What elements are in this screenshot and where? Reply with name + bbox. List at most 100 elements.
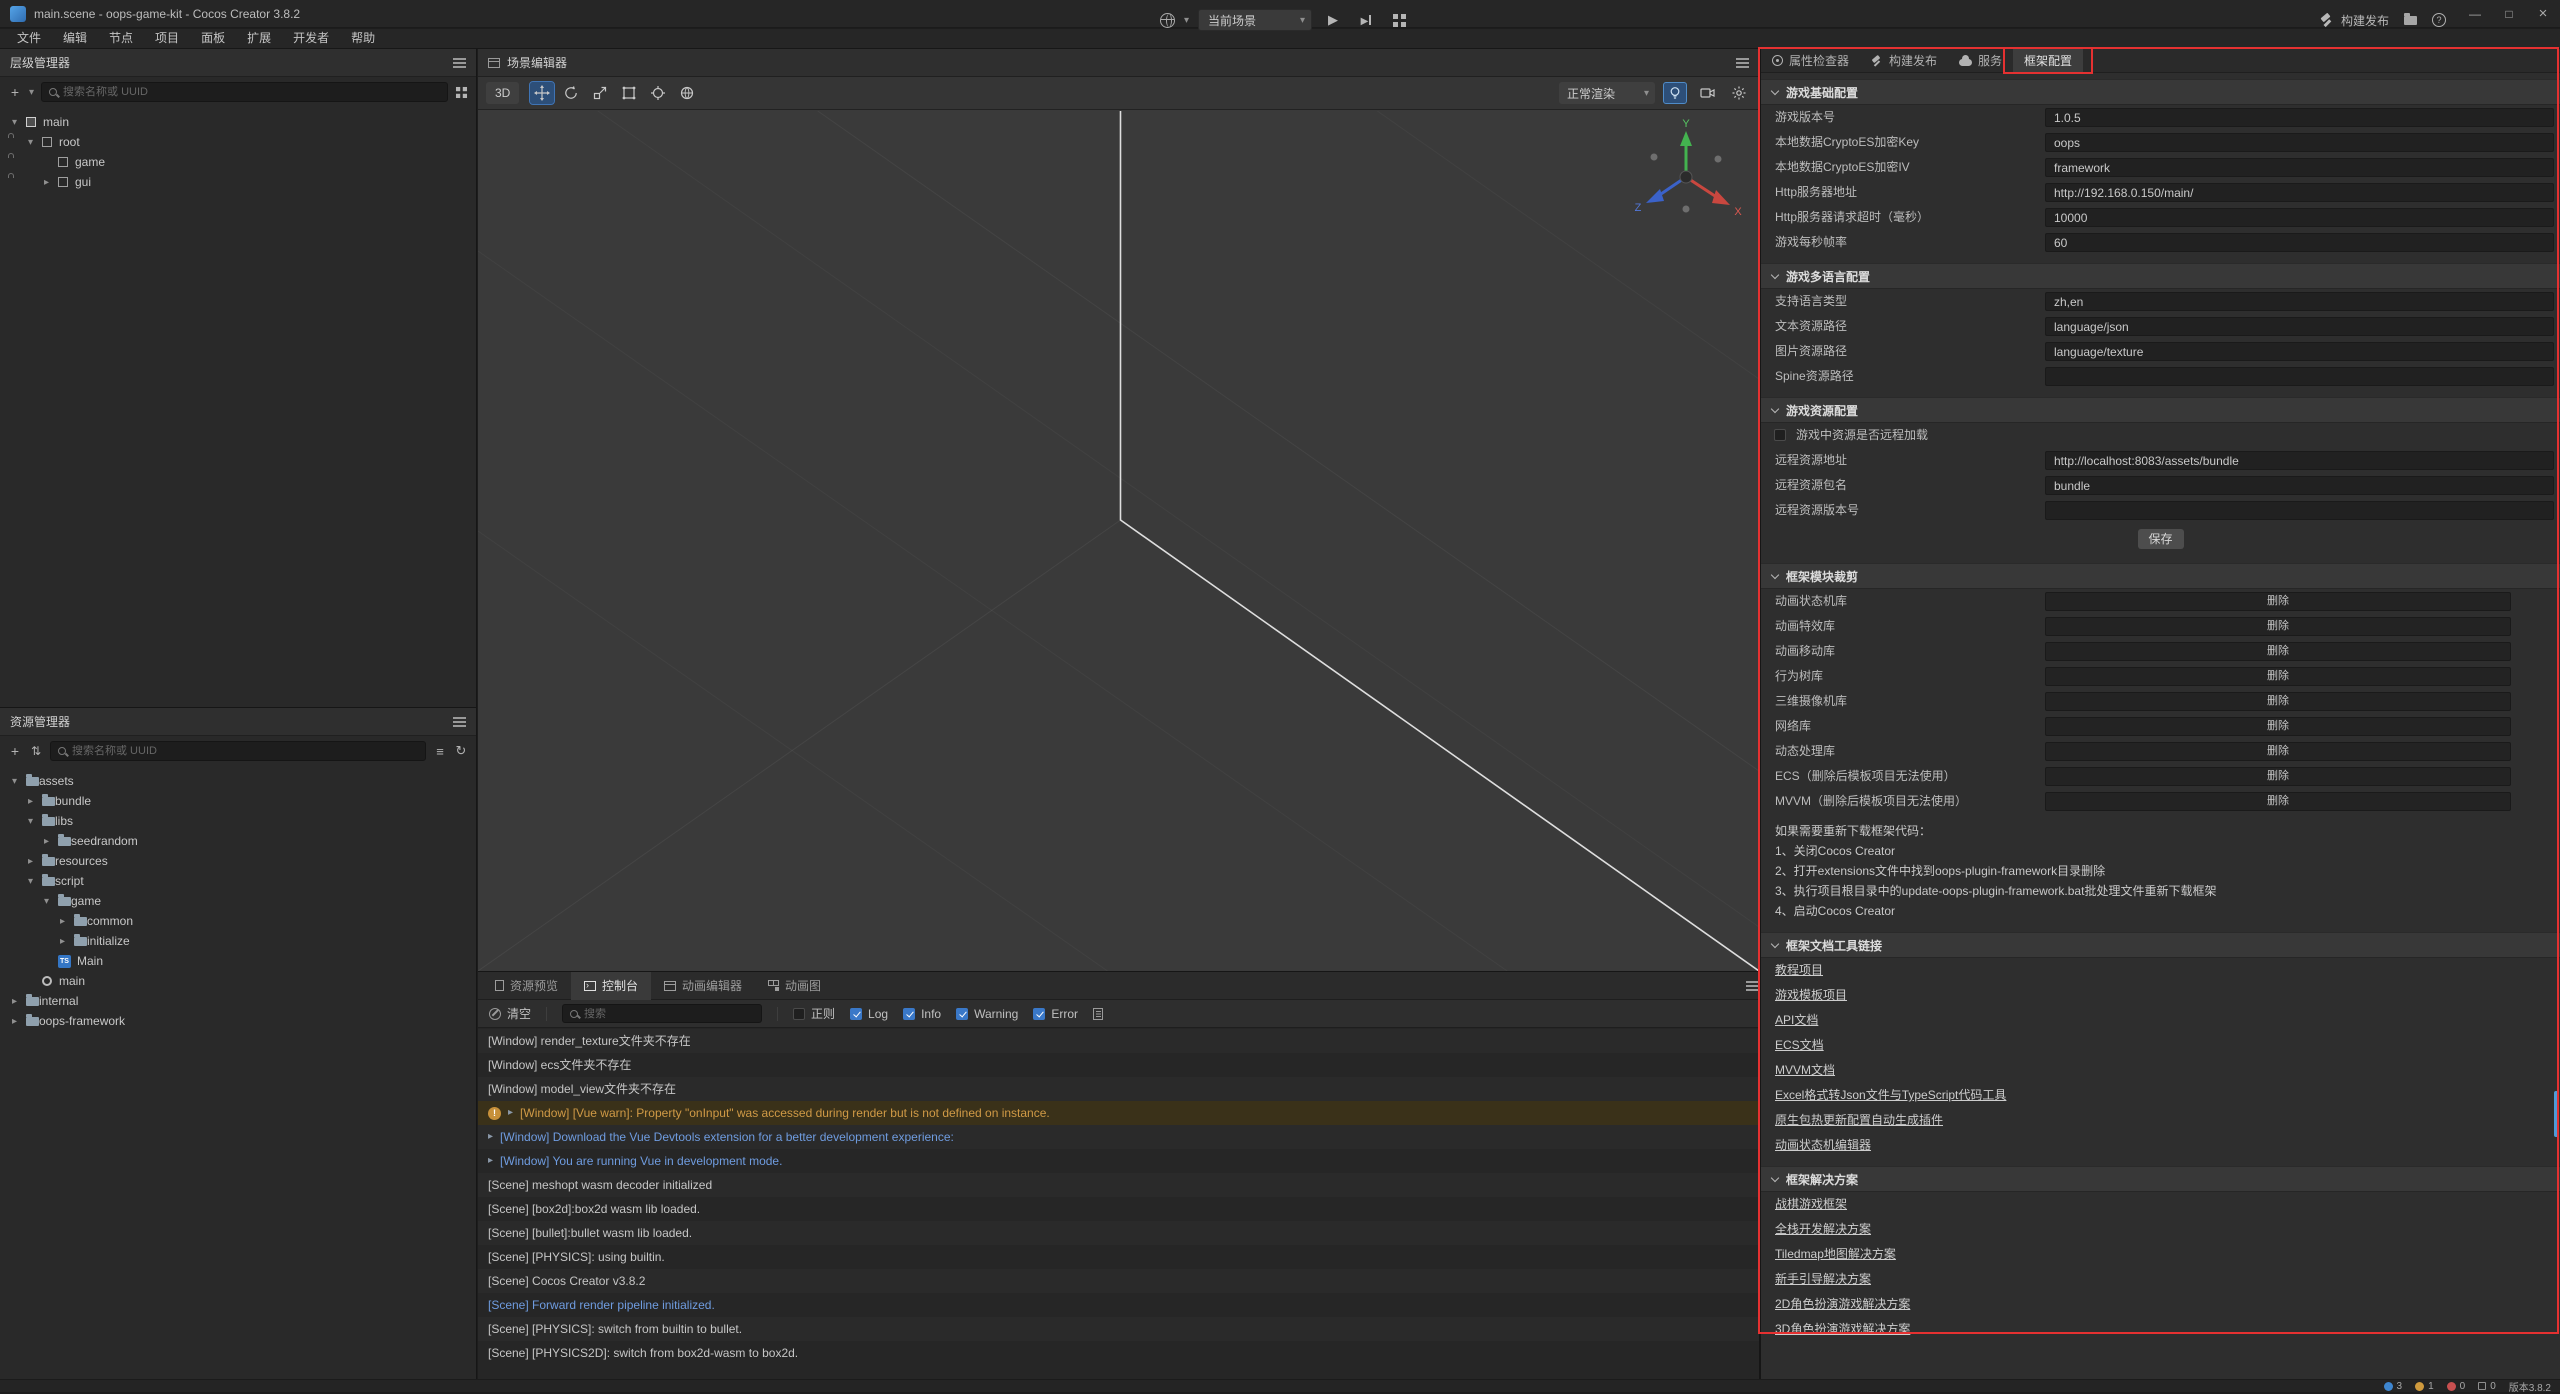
chevron-down-icon[interactable] [1184,15,1189,26]
report-icon[interactable] [1093,1008,1103,1020]
step-button[interactable] [1354,9,1378,31]
spine-path-input[interactable] [2045,367,2554,386]
panel-menu-icon[interactable] [1736,58,1749,68]
console-search[interactable] [562,1004,762,1023]
expand-icon[interactable] [488,1125,493,1149]
chevron-down-icon[interactable] [44,896,58,907]
log-row[interactable]: [Scene] Cocos Creator v3.8.2 [478,1269,1759,1293]
panel-menu-icon[interactable] [453,717,466,727]
asset-row-main-ts[interactable]: Main [0,951,476,971]
axis-gizmo[interactable]: Y X Z [1626,117,1746,237]
texture-path-input[interactable] [2045,342,2554,361]
delete-module-button[interactable]: 删除 [2045,717,2511,736]
log-row[interactable]: [Scene] [PHYSICS]: using builtin. [478,1245,1759,1269]
section-resource-config[interactable]: 游戏资源配置 [1761,397,2560,423]
section-solutions[interactable]: 框架解决方案 [1761,1166,2560,1192]
log-row[interactable]: [Window] Download the Vue Devtools exten… [478,1125,1759,1149]
remote-url-input[interactable] [2045,451,2554,470]
tab-framework-config[interactable]: 框架配置 [2013,49,2083,72]
solution-link[interactable]: 2D角色扮演游戏解决方案 [1775,1297,1910,1311]
fps-input[interactable] [2045,233,2554,252]
remote-bundle-input[interactable] [2045,476,2554,495]
tab-console[interactable]: 控制台 [571,972,651,1000]
asset-row-internal[interactable]: internal [0,991,476,1011]
filter-log-checkbox[interactable]: Log [850,1007,888,1021]
http-server-input[interactable] [2045,183,2554,202]
help-icon[interactable] [2432,13,2446,27]
rect-tool-button[interactable] [617,82,641,104]
language-types-input[interactable] [2045,292,2554,311]
log-row-warning[interactable]: [Window] [Vue warn]: Property "onInput" … [478,1101,1759,1125]
filter-info-checkbox[interactable]: Info [903,1007,941,1021]
delete-module-button[interactable]: 删除 [2045,692,2511,711]
panel-menu-icon[interactable] [1746,981,1759,991]
chevron-down-icon[interactable] [28,876,42,887]
solution-link[interactable]: Tiledmap地图解决方案 [1775,1247,1896,1261]
tab-inspector[interactable]: 属性检查器 [1761,49,1860,72]
chevron-right-icon[interactable] [28,856,42,867]
doc-link[interactable]: MVVM文档 [1775,1063,1835,1077]
crypto-key-input[interactable] [2045,133,2554,152]
assets-search[interactable] [50,741,426,761]
preview-platform-icon[interactable] [1160,13,1175,28]
log-row[interactable]: [Scene] meshopt wasm decoder initialized [478,1173,1759,1197]
tree-row-gui[interactable]: gui [0,172,476,192]
tree-row-game[interactable]: game [0,152,476,172]
log-row[interactable]: [Window] model_view文件夹不存在 [478,1077,1759,1101]
solution-link[interactable]: 新手引导解决方案 [1775,1272,1871,1286]
solution-link[interactable]: 3D角色扮演游戏解决方案 [1775,1322,1910,1336]
asset-row-game[interactable]: game [0,891,476,911]
scene-light-toggle[interactable] [1663,82,1687,104]
asset-row-oops-framework[interactable]: oops-framework [0,1011,476,1031]
chevron-down-icon[interactable] [12,776,26,787]
game-version-input[interactable] [2045,108,2554,127]
asset-row-script[interactable]: script [0,871,476,891]
doc-link[interactable]: 原生包热更新配置自动生成插件 [1775,1113,1943,1127]
delete-module-button[interactable]: 删除 [2045,742,2511,761]
section-language-config[interactable]: 游戏多语言配置 [1761,263,2560,289]
panel-menu-icon[interactable] [453,58,466,68]
delete-module-button[interactable]: 删除 [2045,617,2511,636]
section-doc-links[interactable]: 框架文档工具链接 [1761,932,2560,958]
chevron-down-icon[interactable] [29,87,34,98]
asset-row-main-scene[interactable]: main [0,971,476,991]
doc-link[interactable]: 教程项目 [1775,963,1823,977]
maximize-button[interactable] [2492,0,2526,28]
solution-link[interactable]: 全栈开发解决方案 [1775,1222,1871,1236]
chevron-right-icon[interactable] [12,1016,26,1027]
hierarchy-search-input[interactable] [63,86,440,98]
move-tool-button[interactable] [530,82,554,104]
menu-node[interactable]: 节点 [98,29,144,48]
doc-link[interactable]: API文档 [1775,1013,1818,1027]
tab-animation-editor[interactable]: 动画编辑器 [651,972,755,1000]
task-count[interactable]: 0 [2478,1381,2496,1392]
chevron-down-icon[interactable] [28,137,42,148]
add-node-icon[interactable] [8,84,22,100]
refresh-icon[interactable] [454,743,468,759]
delete-module-button[interactable]: 删除 [2045,667,2511,686]
scene-camera-button[interactable] [1695,82,1719,104]
log-count[interactable]: 3 [2384,1381,2403,1392]
scene-viewport[interactable]: Y X Z [478,111,1759,971]
chevron-right-icon[interactable] [60,916,74,927]
chevron-right-icon[interactable] [60,936,74,947]
doc-link[interactable]: Excel格式转Json文件与TypeScript代码工具 [1775,1088,2006,1102]
doc-link[interactable]: 游戏模板项目 [1775,988,1847,1002]
http-timeout-input[interactable] [2045,208,2554,227]
filter-icon[interactable] [456,86,467,97]
play-button[interactable] [1321,9,1345,31]
rotate-tool-button[interactable] [559,82,583,104]
remote-version-input[interactable] [2045,501,2554,520]
log-row[interactable]: [Scene] [bullet]:bullet wasm lib loaded. [478,1221,1759,1245]
chevron-right-icon[interactable] [44,177,58,188]
delete-module-button[interactable]: 删除 [2045,792,2511,811]
save-button[interactable]: 保存 [2138,529,2184,549]
crypto-iv-input[interactable] [2045,158,2554,177]
tree-row-main[interactable]: main [0,112,476,132]
minimize-button[interactable] [2458,0,2492,28]
menu-file[interactable]: 文件 [6,29,52,48]
close-button[interactable] [2526,0,2560,28]
sort-icon[interactable] [29,744,43,758]
delete-module-button[interactable]: 删除 [2045,642,2511,661]
render-mode-select[interactable]: 正常渲染 [1559,82,1655,104]
